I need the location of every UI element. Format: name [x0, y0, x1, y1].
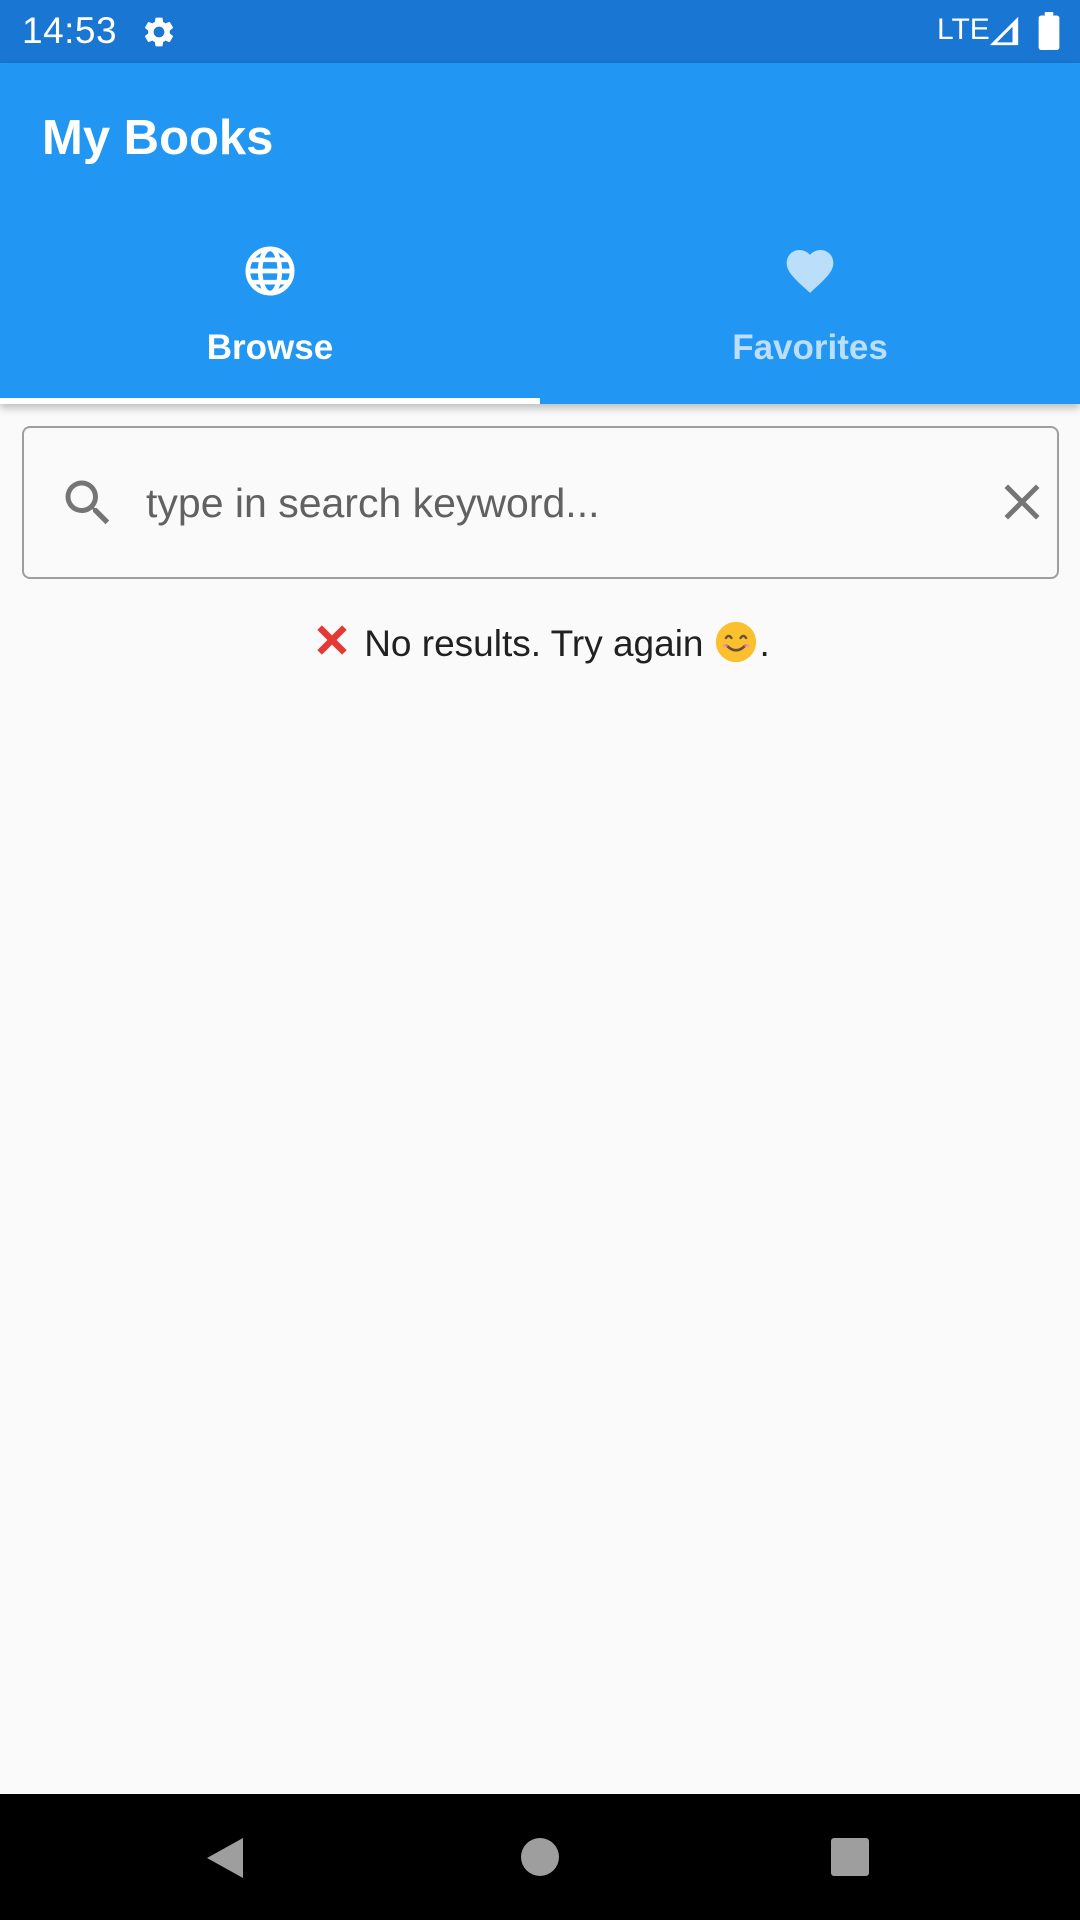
status-time: 14:53 [22, 10, 118, 51]
no-results-message: No results. Try again . [0, 618, 1080, 665]
signal-icon [989, 16, 1019, 46]
app-title: My Books [42, 111, 274, 165]
search-icon [65, 480, 110, 525]
home-icon[interactable] [519, 1836, 561, 1878]
search-box [22, 426, 1059, 579]
selected-tab-indicator [0, 398, 540, 404]
cross-mark-icon [317, 625, 347, 655]
tab-favorites-label: Favorites [732, 328, 888, 367]
system-nav-bar [0, 1794, 1080, 1920]
smiling-face-icon [715, 621, 756, 663]
tab-browse[interactable]: Browse [0, 233, 540, 404]
clear-search-icon[interactable] [992, 472, 1052, 532]
network-type: LTE [937, 13, 990, 46]
screen: 14:53 LTE My Books Browse Favorites type… [0, 0, 1080, 1920]
search-input[interactable] [146, 462, 946, 544]
app-bar: My Books Browse Favorites [0, 63, 1080, 404]
back-icon[interactable] [203, 1836, 247, 1880]
no-results-text: No results. Try again [364, 623, 704, 664]
no-results-period: . [759, 623, 770, 664]
recents-icon[interactable] [830, 1837, 870, 1877]
heart-icon [786, 250, 834, 293]
globe-icon [245, 246, 295, 296]
status-bar: 14:53 LTE [0, 0, 1080, 63]
tab-favorites[interactable]: Favorites [540, 233, 1080, 404]
settings-gear-icon [144, 17, 174, 47]
tab-browse-label: Browse [206, 328, 334, 367]
battery-icon [1038, 12, 1060, 50]
